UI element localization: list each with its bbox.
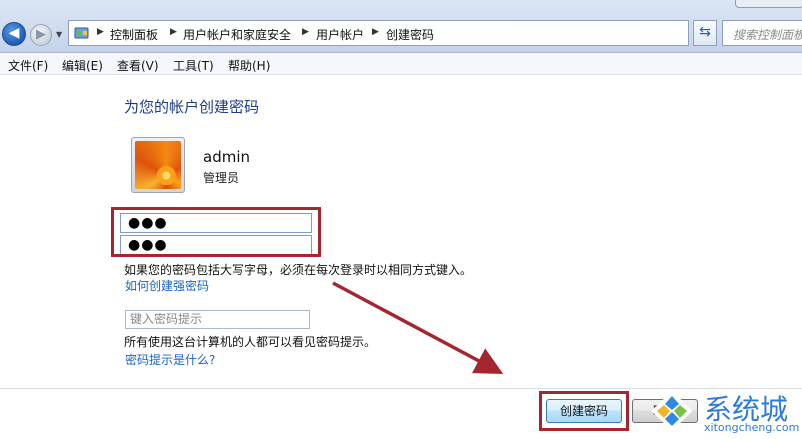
breadcrumb[interactable]: ▶ 控制面板 ▶ 用户帐户和家庭安全 ▶ 用户帐户 ▶ 创建密码 ▼ bbox=[68, 20, 752, 46]
breadcrumb-separator-icon[interactable]: ▶ bbox=[302, 27, 309, 37]
breadcrumb-user-accounts-family[interactable]: 用户帐户和家庭安全 bbox=[183, 26, 291, 43]
menu-bar: 文件(F) 编辑(E) 查看(V) 工具(T) 帮助(H) bbox=[0, 53, 802, 75]
menu-tools[interactable]: 工具(T) bbox=[173, 57, 214, 74]
search-placeholder: 搜索控制面板 bbox=[733, 28, 802, 42]
address-bar-area: ◀ ▶ ▼ ▶ 控制面板 ▶ 用户帐户和家庭安全 ▶ 用户帐户 ▶ 创建密码 ▼… bbox=[0, 0, 802, 53]
page-title: 为您的帐户创建密码 bbox=[124, 98, 260, 116]
case-sensitivity-note: 如果您的密码包括大写字母，必须在每次登录时以相同方式键入。 bbox=[124, 263, 473, 277]
search-input[interactable]: 搜索控制面板 bbox=[722, 20, 802, 46]
watermark-url: xitongcheng.com bbox=[704, 421, 800, 434]
refresh-icon: ⇆ bbox=[699, 24, 711, 40]
back-button[interactable]: ◀ bbox=[2, 22, 26, 46]
forward-button[interactable]: ▶ bbox=[30, 24, 52, 46]
breadcrumb-separator-icon[interactable]: ▶ bbox=[97, 27, 104, 37]
password-annotation-box bbox=[111, 207, 321, 257]
create-button-annotation-box bbox=[539, 391, 629, 431]
menu-view[interactable]: 查看(V) bbox=[117, 57, 159, 74]
password-hint-input[interactable]: 键入密码提示 bbox=[125, 310, 310, 329]
flower-picture-icon bbox=[135, 141, 181, 189]
breadcrumb-control-panel[interactable]: 控制面板 bbox=[110, 26, 158, 43]
strong-password-link[interactable]: 如何创建强密码 bbox=[125, 277, 209, 294]
menu-help[interactable]: 帮助(H) bbox=[228, 57, 270, 74]
breadcrumb-user-accounts[interactable]: 用户帐户 bbox=[316, 26, 364, 43]
control-panel-icon bbox=[74, 27, 89, 39]
breadcrumb-separator-icon[interactable]: ▶ bbox=[170, 27, 177, 37]
hint-visibility-note: 所有使用这台计算机的人都可以看见密码提示。 bbox=[124, 335, 377, 349]
watermark-logo-icon bbox=[651, 390, 693, 432]
recent-pages-dropdown-icon[interactable]: ▼ bbox=[56, 30, 65, 39]
account-name: admin bbox=[203, 148, 250, 166]
account-type: 管理员 bbox=[203, 171, 240, 185]
refresh-button[interactable]: ⇆ bbox=[693, 20, 717, 46]
window-control-strip[interactable] bbox=[735, 0, 802, 8]
avatar bbox=[131, 137, 185, 193]
breadcrumb-create-password[interactable]: 创建密码 bbox=[386, 26, 434, 43]
forward-arrow-icon: ▶ bbox=[36, 27, 46, 42]
menu-edit[interactable]: 编辑(E) bbox=[62, 57, 103, 74]
password-hint-link[interactable]: 密码提示是什么? bbox=[125, 351, 215, 368]
breadcrumb-separator-icon[interactable]: ▶ bbox=[372, 27, 379, 37]
back-arrow-icon: ◀ bbox=[8, 25, 20, 41]
menu-file[interactable]: 文件(F) bbox=[8, 57, 48, 74]
